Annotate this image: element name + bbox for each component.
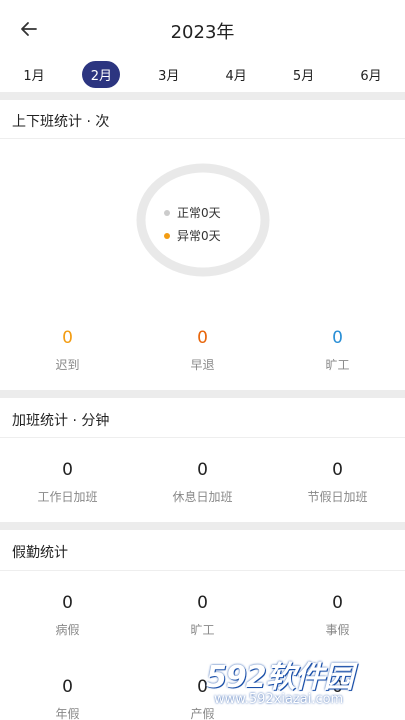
stat-holiday-overtime[interactable]: 0 节假日加班 (270, 460, 405, 505)
watermark-url: www.592xiazai.com (214, 692, 344, 707)
month-tabs: 1月 2月 3月 4月 5月 6月 (0, 56, 405, 92)
month-label: 5月 (292, 68, 315, 84)
stat-value: 0 (62, 593, 73, 613)
stat-label: 休息日加班 (172, 490, 233, 504)
stat-late[interactable]: 0 迟到 (0, 328, 135, 373)
stat-sick-leave[interactable]: 0 病假 (0, 593, 135, 638)
stat-label: 工作日加班 (37, 490, 98, 504)
stat-early-leave[interactable]: 0 早退 (135, 328, 270, 373)
stat-label: 迟到 (55, 358, 80, 372)
section-gap (0, 390, 405, 398)
stat-value: 0 (197, 328, 208, 348)
watermark-logo: 592软件园 (206, 660, 354, 695)
divider (0, 138, 405, 139)
stat-value: 0 (332, 460, 343, 480)
stat-value: 0 (62, 328, 73, 348)
top-bar: 2023年 (0, 0, 405, 56)
tab-month-4[interactable]: 4月 (210, 56, 262, 92)
legend-abnormal-label: 异常0天 (177, 229, 221, 243)
month-label: 4月 (225, 68, 247, 84)
legend-normal: 正常0天 (164, 204, 221, 221)
divider (0, 570, 405, 571)
tab-month-1[interactable]: 1月 (8, 56, 60, 92)
legend-dot (164, 209, 170, 216)
stat-label: 旷工 (325, 358, 350, 372)
stat-label: 节假日加班 (307, 490, 368, 504)
stat-restday-overtime[interactable]: 0 休息日加班 (135, 460, 270, 505)
attendance-section-title: 上下班统计 · 次 (12, 114, 110, 130)
stat-absent[interactable]: 0 旷工 (270, 328, 405, 373)
tab-month-2[interactable]: 2月 (75, 56, 127, 92)
stat-annual-leave[interactable]: 0 年假 (0, 677, 135, 720)
tab-month-5[interactable]: 5月 (278, 56, 330, 92)
stat-value: 0 (197, 460, 208, 480)
stat-value: 0 (332, 328, 343, 348)
stat-personal-leave[interactable]: 0 事假 (270, 593, 405, 638)
divider (0, 437, 405, 438)
overtime-section-title: 加班统计 · 分钟 (12, 413, 110, 429)
legend-normal-label: 正常0天 (177, 206, 221, 220)
legend-dot (164, 232, 170, 239)
stat-label: 年假 (55, 707, 80, 720)
stat-value: 0 (197, 593, 208, 613)
page-title[interactable]: 2023年 (0, 18, 405, 44)
watermark: 592软件园 www.592xiazai.com (200, 648, 405, 720)
section-gap (0, 92, 405, 100)
month-label: 3月 (158, 68, 180, 84)
month-label: 6月 (360, 68, 382, 84)
stat-value: 0 (62, 460, 73, 480)
stat-value: 0 (62, 677, 73, 697)
stat-label: 早退 (190, 358, 215, 372)
stat-value: 0 (332, 593, 343, 613)
tab-month-3[interactable]: 3月 (143, 56, 195, 92)
stat-label: 病假 (55, 623, 80, 637)
legend-abnormal: 异常0天 (164, 227, 221, 244)
month-label: 2月 (82, 60, 121, 88)
stat-workday-overtime[interactable]: 0 工作日加班 (0, 460, 135, 505)
stat-label: 旷工 (190, 623, 215, 637)
section-gap (0, 522, 405, 530)
stat-absent-leave[interactable]: 0 旷工 (135, 593, 270, 638)
stat-label: 事假 (325, 623, 350, 637)
leave-section-title: 假勤统计 (12, 545, 68, 561)
tab-month-6[interactable]: 6月 (345, 56, 397, 92)
month-label: 1月 (23, 68, 45, 84)
